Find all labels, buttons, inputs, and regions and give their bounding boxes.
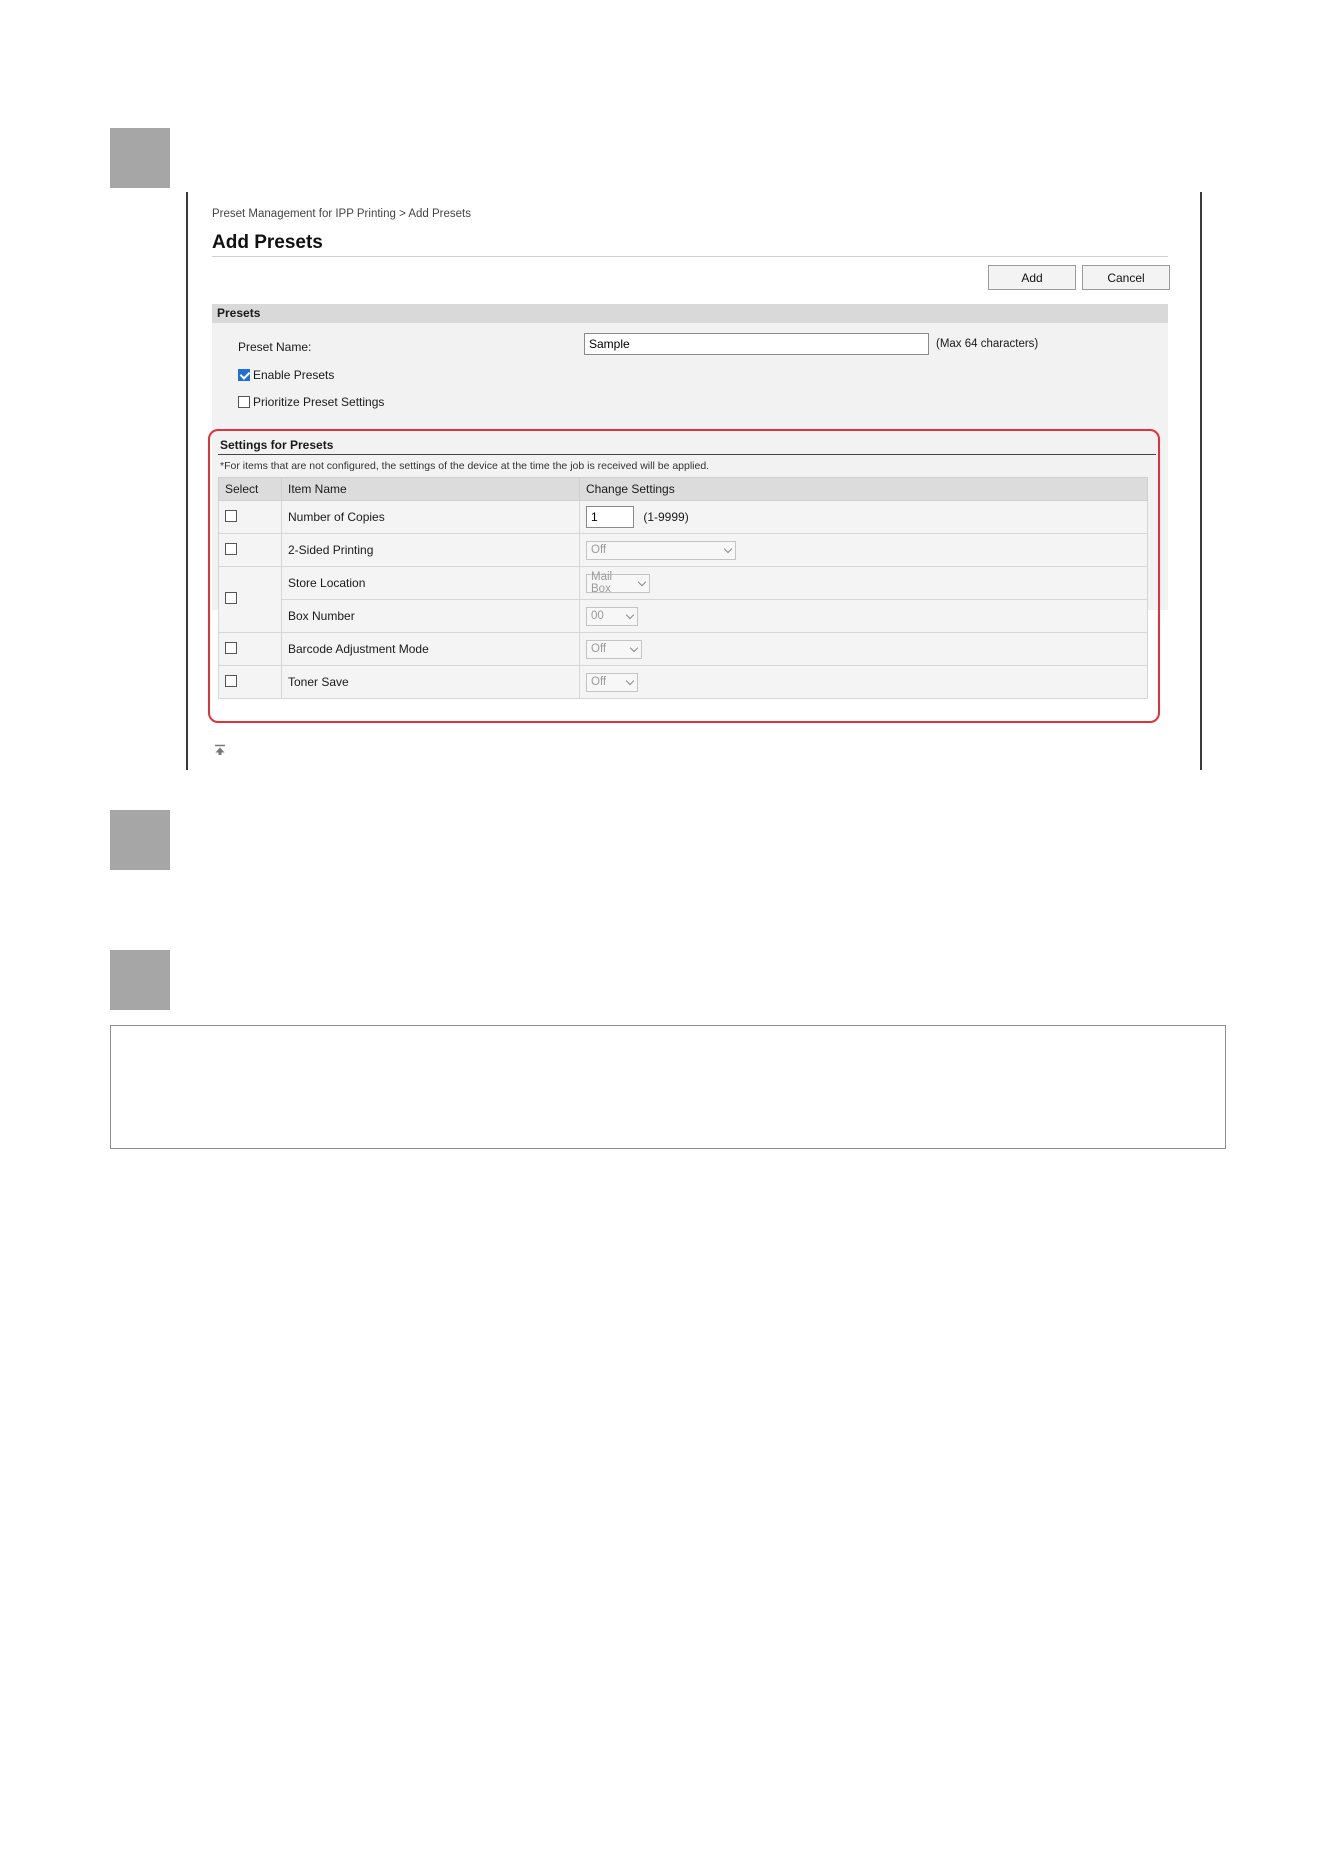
chevron-down-icon	[625, 676, 635, 685]
add-button[interactable]: Add	[988, 265, 1076, 290]
table-row: Number of Copies (1-9999)	[218, 500, 1148, 534]
settings-table: Select Item Name Change Settings Number …	[218, 477, 1148, 699]
2-sided-printing-select[interactable]: Off	[586, 540, 736, 560]
table-row: Box Number 00	[219, 599, 1148, 633]
web-ui-screenshot: Preset Management for IPP Printing > Add…	[186, 192, 1202, 770]
barcode-adjustment-select[interactable]: Off	[586, 639, 642, 659]
table-row: Barcode Adjustment Mode Off	[218, 632, 1148, 666]
settings-divider	[218, 454, 1156, 455]
column-header-item-name: Item Name	[281, 477, 580, 501]
preset-name-input[interactable]	[584, 333, 929, 355]
item-name: Toner Save	[281, 665, 580, 699]
page-title: Add Presets	[212, 232, 323, 253]
step-marker-1	[110, 128, 170, 188]
title-divider	[212, 256, 1168, 257]
table-row: Toner Save Off	[218, 665, 1148, 699]
store-location-select[interactable]: Mail Box	[586, 571, 650, 595]
chevron-down-icon	[625, 610, 635, 619]
preset-name-label: Preset Name:	[238, 340, 312, 354]
step-marker-3	[110, 950, 170, 1010]
prioritize-preset-checkbox[interactable]	[238, 396, 250, 408]
column-header-select: Select	[218, 477, 282, 501]
chevron-down-icon	[723, 544, 733, 553]
breadcrumb[interactable]: Preset Management for IPP Printing > Add…	[212, 208, 471, 220]
enable-presets-label: Enable Presets	[253, 368, 335, 382]
item-name: Number of Copies	[281, 500, 580, 534]
presets-header: Presets	[212, 304, 1168, 323]
column-header-change-settings: Change Settings	[579, 477, 1148, 501]
select-checkbox-toner[interactable]	[225, 674, 237, 687]
select-checkbox-2-sided[interactable]	[225, 542, 237, 555]
select-checkbox-store[interactable]	[225, 592, 237, 604]
settings-note: *For items that are not configured, the …	[220, 460, 710, 472]
select-checkbox-copies[interactable]	[225, 509, 237, 522]
cancel-button[interactable]: Cancel	[1082, 265, 1170, 290]
copies-range-note: (1-9999)	[643, 510, 689, 524]
enable-presets-checkbox[interactable]	[238, 369, 250, 381]
back-to-top-icon[interactable]	[214, 744, 226, 756]
prioritize-preset-row[interactable]: Prioritize Preset Settings	[238, 395, 384, 409]
chevron-down-icon	[629, 643, 639, 652]
item-name: 2-Sided Printing	[281, 533, 580, 567]
table-row: 2-Sided Printing Off	[218, 533, 1148, 567]
item-name: Box Number	[281, 599, 580, 633]
prioritize-preset-label: Prioritize Preset Settings	[253, 395, 385, 409]
note-box	[110, 1025, 1226, 1149]
item-name: Barcode Adjustment Mode	[281, 632, 580, 666]
box-number-select[interactable]: 00	[586, 606, 638, 626]
step-marker-2	[110, 810, 170, 870]
preset-name-limit-note: (Max 64 characters)	[936, 338, 1039, 350]
table-row: Store Location Mail Box	[218, 566, 1148, 633]
chevron-down-icon	[637, 577, 647, 586]
toner-save-select[interactable]: Off	[586, 672, 638, 692]
item-name: Store Location	[281, 566, 580, 600]
enable-presets-row[interactable]: Enable Presets	[238, 368, 334, 382]
select-checkbox-barcode[interactable]	[225, 641, 237, 654]
settings-section-title: Settings for Presets	[220, 438, 334, 452]
copies-input[interactable]	[586, 506, 634, 528]
